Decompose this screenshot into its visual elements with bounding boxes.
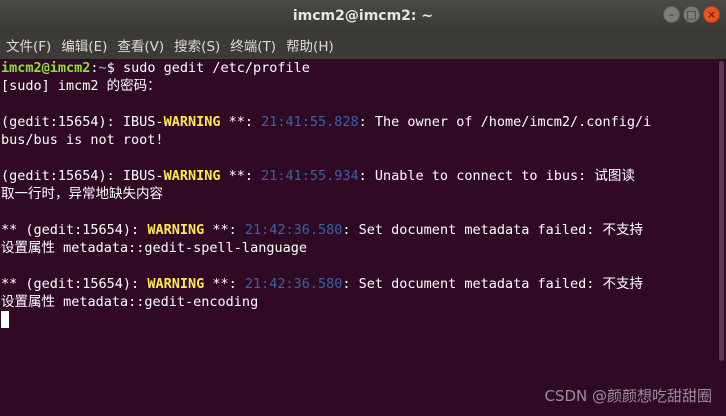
sudo-password-prompt: [sudo] imcm2 的密码： (1, 78, 161, 94)
warning-message: : Set document metadata failed: 不支持 (342, 222, 643, 238)
prompt-user: imcm2@imcm2 (1, 60, 91, 76)
text-cursor (1, 311, 9, 328)
warning-line: (gedit:15654): IBUS-WARNING **: 21:41:55… (0, 113, 716, 131)
minimize-button[interactable]: – (663, 6, 680, 23)
warning-keyword: WARNING (147, 222, 205, 238)
scrollbar-thumb[interactable] (719, 61, 724, 361)
title-bar[interactable]: imcm2@imcm2: ~ – □ × (0, 0, 726, 31)
warning-message: : The owner of /home/imcm2/.config/i (358, 114, 652, 130)
window-controls: – □ × (663, 6, 720, 23)
menu-terminal[interactable]: 终端(T) (224, 35, 280, 55)
warning-line: ** (gedit:15654): WARNING **: 21:42:36.5… (0, 221, 716, 239)
warning-prefix: ** (gedit:15654): (1, 276, 148, 292)
warning-continuation: 取一行时，异常地缺失内容 (1, 186, 163, 202)
warning-continuation: bus/bus is not root! (1, 132, 164, 148)
warning-stars: **: (204, 222, 245, 238)
prompt-separator: : (90, 60, 99, 76)
warning-message: : Set document metadata failed: 不支持 (342, 276, 643, 292)
terminal-window: imcm2@imcm2: ~ – □ × 文件(F) 编辑(E) 查看(V) 搜… (0, 0, 726, 416)
window-title: imcm2@imcm2: ~ (292, 7, 434, 24)
warning-stars: **: (220, 114, 262, 130)
warning-timestamp: 21:41:55.828 (261, 114, 359, 130)
warning-continuation: 设置属性 metadata::gedit-encoding (1, 294, 259, 310)
warning-stars: **: (204, 276, 245, 292)
scrollbar[interactable] (716, 59, 726, 416)
warning-timestamp: 21:41:55.934 (261, 168, 359, 184)
warning-line: (gedit:15654): IBUS-WARNING **: 21:41:55… (0, 167, 716, 185)
maximize-button[interactable]: □ (683, 6, 700, 23)
menu-edit[interactable]: 编辑(E) (55, 35, 111, 55)
warning-timestamp: 21:42:36.580 (244, 276, 343, 292)
warning-stars: **: (220, 168, 262, 184)
terminal-output[interactable]: imcm2@imcm2:~$ sudo gedit /etc/profile [… (0, 59, 716, 416)
watermark: CSDN @颜颜想吃甜甜圈 (544, 387, 712, 405)
warning-keyword: WARNING (163, 114, 221, 130)
menu-help[interactable]: 帮助(H) (280, 35, 338, 55)
menu-bar: 文件(F) 编辑(E) 查看(V) 搜索(S) 终端(T) 帮助(H) (0, 31, 726, 59)
warning-continuation: 设置属性 metadata::gedit-spell-language (1, 240, 307, 256)
warning-prefix: (gedit:15654): IBUS- (1, 114, 164, 130)
prompt-path: ~ (98, 60, 107, 76)
warning-timestamp: 21:42:36.580 (244, 222, 343, 238)
warning-keyword: WARNING (147, 276, 205, 292)
cursor-line (0, 311, 716, 329)
prompt-dollar: $ (106, 60, 123, 76)
menu-file[interactable]: 文件(F) (0, 35, 55, 55)
warning-keyword: WARNING (163, 168, 221, 184)
close-button[interactable]: × (703, 6, 720, 23)
warning-line: ** (gedit:15654): WARNING **: 21:42:36.5… (0, 275, 716, 293)
warning-prefix: ** (gedit:15654): (1, 222, 148, 238)
menu-search[interactable]: 搜索(S) (168, 35, 224, 55)
warning-prefix: (gedit:15654): IBUS- (1, 168, 164, 184)
command-text: sudo gedit /etc/profile (122, 60, 310, 76)
command-line: imcm2@imcm2:~$ sudo gedit /etc/profile (0, 59, 716, 77)
warning-message: : Unable to connect to ibus: 试图读 (358, 168, 635, 184)
menu-view[interactable]: 查看(V) (111, 35, 168, 55)
